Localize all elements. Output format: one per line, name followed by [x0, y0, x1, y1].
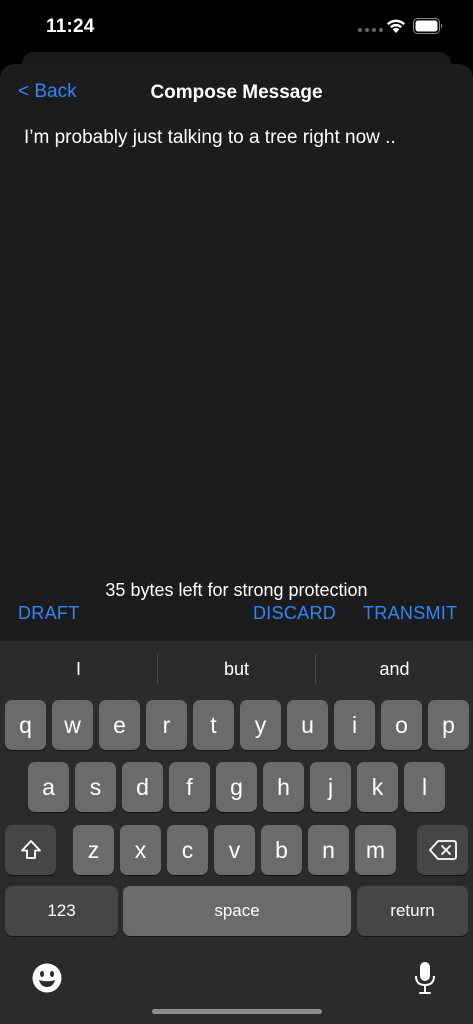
key-j[interactable]: j [310, 762, 351, 812]
key-a[interactable]: a [28, 762, 69, 812]
discard-button[interactable]: DISCARD [253, 603, 336, 624]
key-l[interactable]: l [404, 762, 445, 812]
key-x[interactable]: x [120, 825, 161, 875]
suggestion-item[interactable]: and [316, 654, 473, 684]
key-t[interactable]: t [193, 700, 234, 750]
signal-dots-icon [358, 28, 383, 32]
key-o[interactable]: o [381, 700, 422, 750]
status-time: 11:24 [46, 16, 95, 37]
battery-icon [413, 18, 443, 34]
shift-key[interactable] [5, 825, 56, 875]
key-y[interactable]: y [240, 700, 281, 750]
backspace-icon [428, 840, 457, 860]
key-c[interactable]: c [167, 825, 208, 875]
return-key[interactable]: return [357, 886, 468, 936]
bytes-left-status: 35 bytes left for strong protection [105, 580, 368, 600]
backspace-key[interactable] [417, 825, 468, 875]
key-k[interactable]: k [357, 762, 398, 812]
key-e[interactable]: e [99, 700, 140, 750]
suggestion-item[interactable]: I [0, 654, 157, 684]
key-d[interactable]: d [122, 762, 163, 812]
key-p[interactable]: p [428, 700, 469, 750]
key-q[interactable]: q [5, 700, 46, 750]
nav-bar: < Back Compose Message [0, 64, 473, 120]
key-g[interactable]: g [216, 762, 257, 812]
shift-icon [20, 840, 41, 859]
numbers-key[interactable]: 123 [5, 886, 118, 936]
key-h[interactable]: h [263, 762, 304, 812]
transmit-button[interactable]: TRANSMIT [363, 603, 457, 624]
keyboard: I but and qwertyuiop asdfghjkl zxcvbnm 123… [0, 641, 473, 1024]
key-v[interactable]: v [214, 825, 255, 875]
key-r[interactable]: r [146, 700, 187, 750]
key-f[interactable]: f [169, 762, 210, 812]
draft-button[interactable]: DRAFT [18, 603, 80, 624]
home-indicator [152, 1009, 322, 1014]
key-u[interactable]: u [287, 700, 328, 750]
key-i[interactable]: i [334, 700, 375, 750]
message-input[interactable]: I’m probably just talking to a tree righ… [24, 126, 454, 566]
key-z[interactable]: z [73, 825, 114, 875]
key-b[interactable]: b [261, 825, 302, 875]
wifi-icon [387, 19, 405, 33]
page-title: Compose Message [150, 82, 323, 103]
key-s[interactable]: s [75, 762, 116, 812]
suggestion-bar: I but and [0, 641, 473, 697]
space-key[interactable]: space [123, 886, 351, 936]
key-n[interactable]: n [308, 825, 349, 875]
key-w[interactable]: w [52, 700, 93, 750]
status-bar: 11:24 [0, 0, 473, 56]
emoji-icon[interactable] [31, 962, 63, 994]
key-m[interactable]: m [355, 825, 396, 875]
microphone-icon[interactable] [413, 961, 437, 995]
suggestion-item[interactable]: but [158, 654, 315, 684]
